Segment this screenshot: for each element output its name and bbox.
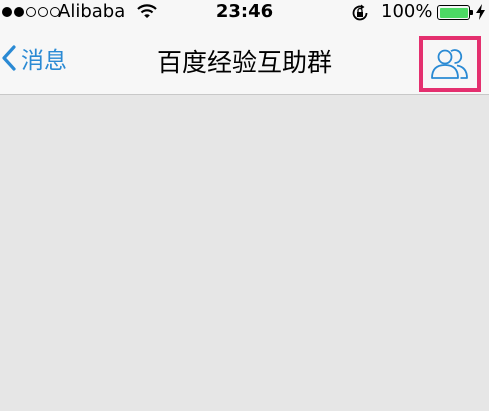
battery-fill <box>439 7 468 18</box>
page-title: 百度经验互助群 <box>156 48 332 77</box>
battery-percent: 100% <box>381 1 433 22</box>
group-members-icon <box>431 49 468 79</box>
chat-content-area <box>0 95 489 411</box>
battery-icon <box>437 5 470 20</box>
navigation-bar: 消息 百度经验互助群 <box>0 26 489 95</box>
charging-bolt-icon <box>476 4 485 20</box>
battery-tip <box>470 10 473 15</box>
group-members-button[interactable] <box>419 36 481 92</box>
rotation-lock-icon <box>352 4 368 21</box>
status-bar: Alibaba 23:46 100% <box>0 0 489 26</box>
